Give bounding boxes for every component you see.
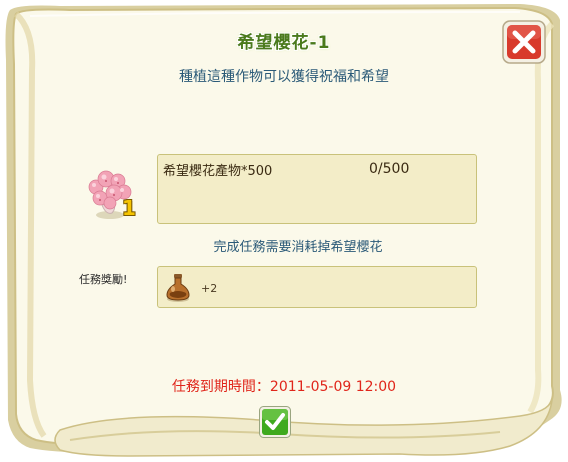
reward-label: 任務獎勵! <box>79 273 128 286</box>
requirement-label: 希望櫻花產物*500 <box>163 164 273 179</box>
confirm-button[interactable] <box>259 406 291 438</box>
deadline-text: 任務到期時間：2011-05-09 12:00 <box>171 379 397 395</box>
dialog-subtitle: 種植這種作物可以獲得祝福和希望 <box>179 69 389 85</box>
requirement-panel: 希望櫻花產物*500 0/500 <box>157 154 477 224</box>
quest-dialog: 希望櫻花-1 種植這種作物可以獲得祝福和希望 1 希望櫻花產物*500 0/50… <box>0 0 568 462</box>
consume-note: 完成任務需要消耗掉希望櫻花 <box>213 240 383 255</box>
close-button[interactable] <box>502 20 546 64</box>
requirement-progress: 0/500 <box>369 161 410 177</box>
item-quantity-badge: 1 <box>122 196 136 220</box>
potion-flask-icon <box>166 274 190 302</box>
reward-amount: +2 <box>201 282 218 295</box>
dialog-title: 希望櫻花-1 <box>237 33 331 53</box>
reward-panel: +2 <box>157 266 477 308</box>
